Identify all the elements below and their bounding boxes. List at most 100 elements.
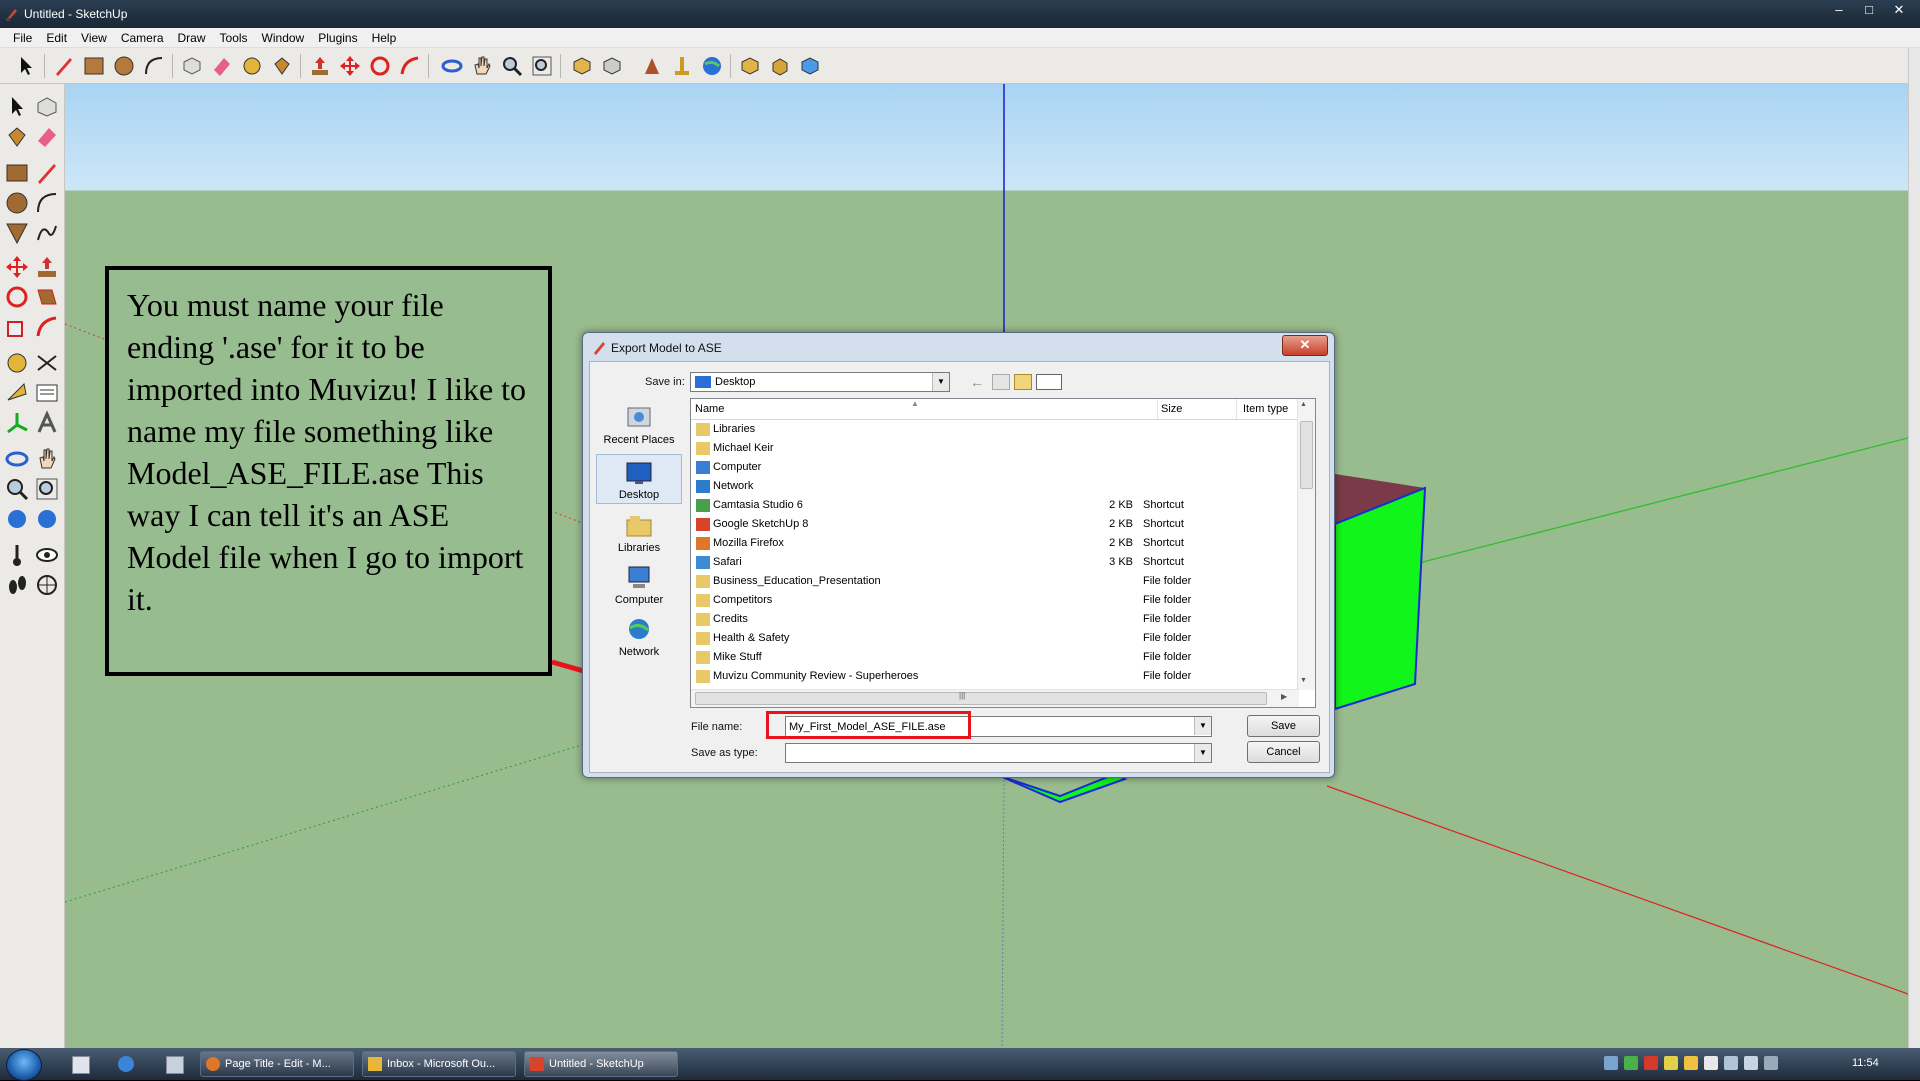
switch-windows-icon[interactable]	[166, 1056, 184, 1074]
volume-icon[interactable]	[1744, 1056, 1758, 1070]
rect-icon[interactable]	[4, 160, 30, 186]
place-desktop[interactable]: Desktop	[596, 454, 682, 504]
offset-icon[interactable]	[34, 314, 60, 340]
menu-view[interactable]: View	[74, 28, 114, 47]
circle-icon[interactable]	[4, 190, 30, 216]
eraser-tool-icon[interactable]	[34, 124, 60, 150]
make-component-icon[interactable]	[180, 54, 204, 78]
arc-tool-icon[interactable]	[142, 54, 166, 78]
look-around-icon[interactable]	[34, 542, 60, 568]
zoom-window-icon[interactable]	[34, 476, 60, 502]
file-row[interactable]: Camtasia Studio 6 2 KB Shortcut	[691, 496, 1299, 515]
file-list-vscrollbar[interactable]: ▲ ▼	[1297, 399, 1315, 690]
tray-icon[interactable]	[1664, 1056, 1678, 1070]
move-icon[interactable]	[4, 254, 30, 280]
tray-icon[interactable]	[1704, 1056, 1718, 1070]
tray-icon[interactable]	[1644, 1056, 1658, 1070]
dimension-icon[interactable]	[34, 350, 60, 376]
menu-camera[interactable]: Camera	[114, 28, 171, 47]
start-button[interactable]	[6, 1049, 42, 1081]
tray-icon[interactable]	[1604, 1056, 1618, 1070]
maximize-button[interactable]: □	[1856, 2, 1882, 18]
file-row[interactable]: Health & Safety File folder	[691, 629, 1299, 648]
freehand-icon[interactable]	[34, 220, 60, 246]
component-icon[interactable]	[34, 94, 60, 120]
save-in-dropdown[interactable]: Desktop ▼	[690, 372, 950, 392]
pencil-tool-icon[interactable]	[52, 54, 76, 78]
export-icon[interactable]	[798, 54, 822, 78]
internet-explorer-icon[interactable]	[118, 1056, 134, 1072]
place-recent-places[interactable]: Recent Places	[596, 400, 682, 450]
previous-view-icon[interactable]	[4, 506, 30, 532]
menu-window[interactable]: Window	[255, 28, 312, 47]
file-row[interactable]: Competitors File folder	[691, 591, 1299, 610]
section-plane-icon[interactable]	[34, 572, 60, 598]
up-folder-icon[interactable]	[992, 374, 1010, 390]
show-desktop-icon[interactable]	[72, 1056, 90, 1074]
file-row[interactable]: Business_Education_Presentation File fold…	[691, 572, 1299, 591]
chevron-down-icon[interactable]: ▼	[932, 373, 949, 391]
file-row[interactable]: Libraries	[691, 420, 1299, 439]
chevron-down-icon[interactable]: ▼	[1194, 744, 1211, 762]
file-list-hscrollbar[interactable]: ||| ▶	[691, 689, 1299, 707]
tape-icon[interactable]	[4, 350, 30, 376]
taskbar-item-page-title[interactable]: Page Title - Edit - M...	[200, 1051, 354, 1077]
select-tool-icon[interactable]	[14, 54, 38, 78]
eraser-icon[interactable]	[210, 54, 234, 78]
menu-plugins[interactable]: Plugins	[311, 28, 364, 47]
arc-icon[interactable]	[34, 190, 60, 216]
rotate-tool-icon[interactable]	[368, 54, 392, 78]
protractor-icon[interactable]	[4, 380, 30, 406]
place-model-icon[interactable]	[670, 54, 694, 78]
menu-draw[interactable]: Draw	[171, 28, 213, 47]
polygon-icon[interactable]	[4, 220, 30, 246]
place-network[interactable]: Network	[596, 612, 682, 662]
file-row[interactable]: Network	[691, 477, 1299, 496]
rectangle-tool-icon[interactable]	[82, 54, 106, 78]
column-name[interactable]: Name	[695, 403, 724, 415]
column-size[interactable]: Size	[1161, 403, 1182, 415]
menu-edit[interactable]: Edit	[39, 28, 74, 47]
walk-icon[interactable]	[4, 572, 30, 598]
file-row[interactable]: Michael Keir	[691, 439, 1299, 458]
line-icon[interactable]	[34, 160, 60, 186]
save-button[interactable]: Save	[1247, 715, 1320, 737]
text-icon[interactable]	[34, 380, 60, 406]
rotate-icon[interactable]	[4, 284, 30, 310]
pushpull-icon[interactable]	[34, 254, 60, 280]
axes-icon[interactable]	[4, 410, 30, 436]
tray-icon[interactable]	[1684, 1056, 1698, 1070]
offset-tool-icon[interactable]	[398, 54, 422, 78]
taskbar-item-inbox[interactable]: Inbox - Microsoft Ou...	[362, 1051, 516, 1077]
menu-file[interactable]: File	[6, 28, 39, 47]
tray-icon[interactable]	[1624, 1056, 1638, 1070]
follow-me-icon[interactable]	[34, 284, 60, 310]
push-pull-icon[interactable]	[308, 54, 332, 78]
file-row[interactable]: Mozilla Firefox 2 KB Shortcut	[691, 534, 1299, 553]
file-row[interactable]: Mike Stuff File folder	[691, 648, 1299, 667]
back-arrow-icon[interactable]: ←	[970, 374, 986, 390]
cancel-button[interactable]: Cancel	[1247, 741, 1320, 763]
pan-icon[interactable]	[34, 446, 60, 472]
zoom-extents-icon[interactable]	[530, 54, 554, 78]
scale-icon[interactable]	[4, 314, 30, 340]
dialog-close-button[interactable]: ✕	[1282, 335, 1328, 356]
minimize-button[interactable]: –	[1826, 2, 1852, 18]
column-item-type[interactable]: Item type	[1243, 403, 1288, 415]
pan-hand-icon[interactable]	[470, 54, 494, 78]
file-row[interactable]: Credits File folder	[691, 610, 1299, 629]
file-row[interactable]: Muvizu Community Review - Superheroes Fil…	[691, 667, 1299, 686]
next-view-icon[interactable]	[34, 506, 60, 532]
place-libraries[interactable]: Libraries	[596, 508, 682, 558]
tape-measure-icon[interactable]	[240, 54, 264, 78]
tray-icon[interactable]	[1764, 1056, 1778, 1070]
save-as-type-dropdown[interactable]: ▼	[785, 743, 1212, 763]
taskbar-item-sketchup[interactable]: Untitled - SketchUp	[524, 1051, 678, 1077]
menu-help[interactable]: Help	[365, 28, 404, 47]
paint-icon[interactable]	[4, 124, 30, 150]
menu-tools[interactable]: Tools	[213, 28, 255, 47]
file-list[interactable]: Name ▲ Size Item type Libraries Michael K…	[690, 398, 1316, 708]
google-earth-icon[interactable]	[700, 54, 724, 78]
3d-text-icon[interactable]	[34, 410, 60, 436]
file-row[interactable]: Google SketchUp 8 2 KB Shortcut	[691, 515, 1299, 534]
